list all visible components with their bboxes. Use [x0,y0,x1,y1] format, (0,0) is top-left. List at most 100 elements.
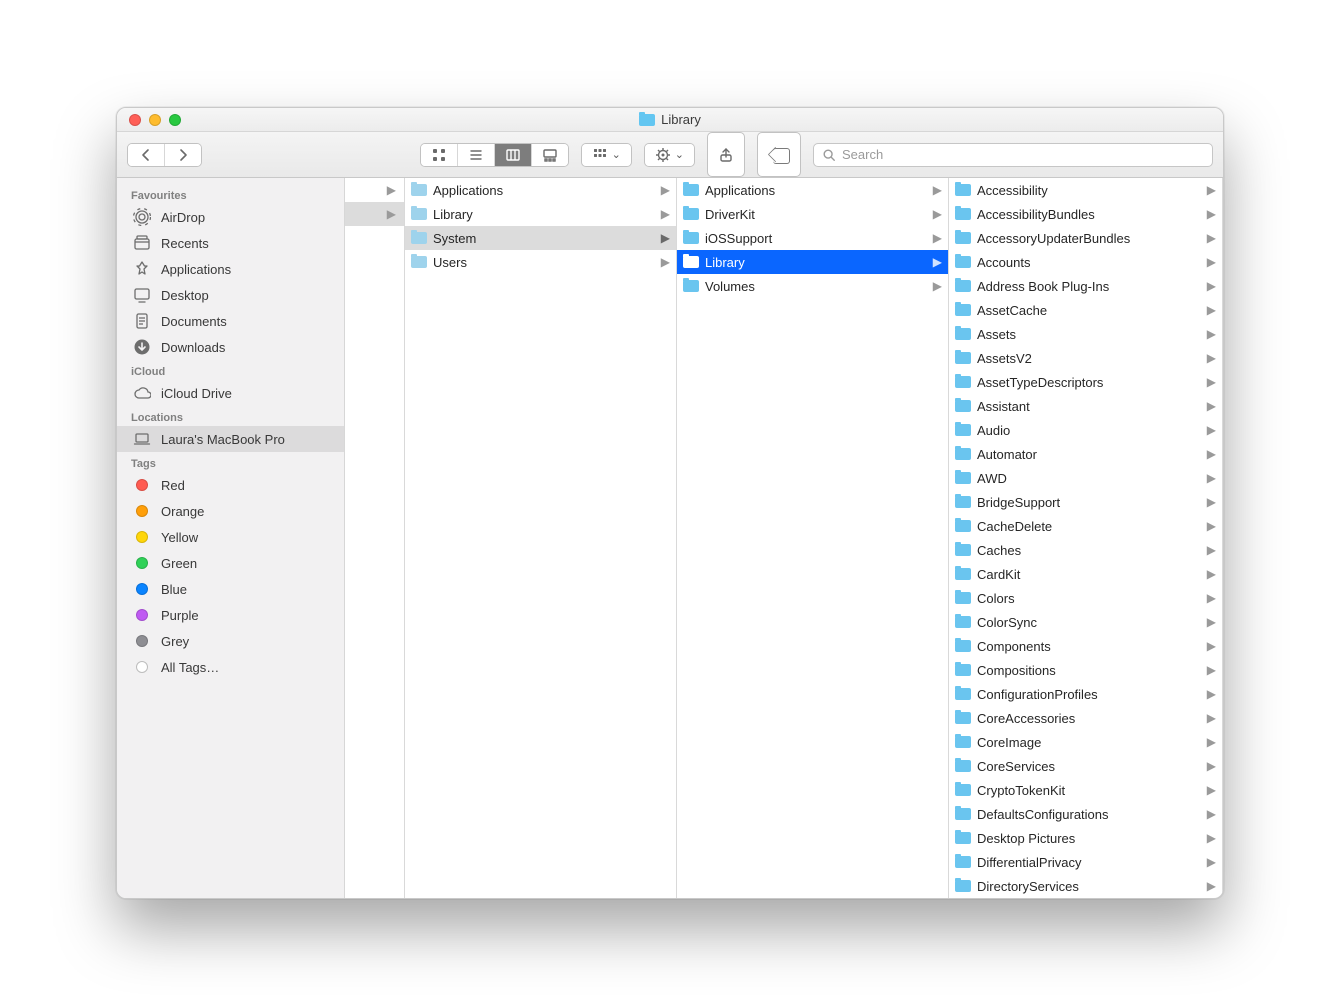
folder-row[interactable]: ConfigurationProfiles▶ [949,682,1222,706]
sidebar-item-label: Green [161,556,197,571]
search-input[interactable] [842,147,1204,162]
sidebar-item[interactable]: AirDrop [117,204,344,230]
folder-row[interactable]: DefaultsConfigurations▶ [949,802,1222,826]
folder-row[interactable]: Components▶ [949,634,1222,658]
folder-row[interactable]: AccessoryUpdaterBundles▶ [949,226,1222,250]
folder-row[interactable]: DriverKit▶ [677,202,948,226]
column[interactable]: ▶▶ [345,178,405,898]
chevron-right-icon: ▶ [1207,351,1218,365]
back-button[interactable] [128,144,164,166]
close-icon[interactable] [129,114,141,126]
folder-row[interactable]: Compositions▶ [949,658,1222,682]
sidebar-item[interactable]: Documents [117,308,344,334]
folder-row[interactable]: DirectoryServices▶ [949,874,1222,898]
folder-row[interactable]: Address Book Plug-Ins▶ [949,274,1222,298]
chevron-right-icon: ▶ [1207,255,1218,269]
folder-row[interactable]: Library▶ [677,250,948,274]
folder-icon [683,208,699,220]
minimize-icon[interactable] [149,114,161,126]
folder-row[interactable]: Library▶ [405,202,676,226]
sidebar-section-header: Locations [117,406,344,426]
folder-row[interactable]: Desktop Pictures▶ [949,826,1222,850]
share-button[interactable] [707,132,745,177]
folder-row[interactable]: Assistant▶ [949,394,1222,418]
sidebar-item[interactable]: Red [117,472,344,498]
folder-row[interactable]: AssetTypeDescriptors ▶ [949,370,1222,394]
folder-row[interactable]: Accessibility▶ [949,178,1222,202]
folder-row[interactable]: Caches▶ [949,538,1222,562]
folder-row[interactable]: CoreAccessories▶ [949,706,1222,730]
folder-name: AssetsV2 [977,351,1201,366]
zoom-icon[interactable] [169,114,181,126]
sidebar-item[interactable]: Grey [117,628,344,654]
folder-name: CoreImage [977,735,1201,750]
column[interactable]: Applications▶DriverKit▶iOSSupport▶Librar… [677,178,949,898]
edit-tags-button[interactable] [757,132,801,177]
sidebar-item[interactable]: Purple [117,602,344,628]
folder-row[interactable]: Applications▶ [677,178,948,202]
sidebar-item[interactable]: All Tags… [117,654,344,680]
folder-row[interactable]: Volumes▶ [677,274,948,298]
folder-row[interactable]: ColorSync▶ [949,610,1222,634]
sidebar-item-label: Yellow [161,530,198,545]
folder-name: ColorSync [977,615,1201,630]
folder-row[interactable]: DifferentialPrivacy▶ [949,850,1222,874]
folder-row[interactable]: CoreServices▶ [949,754,1222,778]
folder-icon [639,114,655,126]
sidebar-item-label: Red [161,478,185,493]
sidebar-item[interactable]: Green [117,550,344,576]
folder-row[interactable]: Automator▶ [949,442,1222,466]
tag-dot-icon [133,476,151,494]
folder-row[interactable]: AWD▶ [949,466,1222,490]
folder-row[interactable]: CoreImage▶ [949,730,1222,754]
sidebar-item[interactable]: Applications [117,256,344,282]
folder-row[interactable]: iOSSupport▶ [677,226,948,250]
sidebar-item[interactable]: Downloads [117,334,344,360]
folder-icon [955,688,971,700]
folder-name: AssetTypeDescriptors [977,375,1201,390]
sidebar-item[interactable]: Recents [117,230,344,256]
sidebar-item[interactable]: Desktop [117,282,344,308]
folder-row[interactable]: Applications▶ [405,178,676,202]
sidebar-item[interactable]: Yellow [117,524,344,550]
folder-name: Library [433,207,655,222]
column[interactable]: Accessibility▶AccessibilityBundles▶Acces… [949,178,1223,898]
folder-row[interactable]: AccessibilityBundles▶ [949,202,1222,226]
group-button[interactable]: ⌄ [581,143,632,167]
folder-row[interactable]: AssetsV2 ▶ [949,346,1222,370]
folder-name: Components [977,639,1201,654]
folder-row[interactable]: Audio▶ [949,418,1222,442]
folder-row[interactable]: Assets▶ [949,322,1222,346]
column[interactable]: Applications▶Library▶System▶Users▶ [405,178,677,898]
chevron-right-icon: ▶ [1207,303,1218,317]
view-list-button[interactable] [457,144,494,166]
folder-row[interactable]: Accounts▶ [949,250,1222,274]
search-field[interactable] [813,143,1213,167]
sidebar[interactable]: FavouritesAirDropRecentsApplicationsDesk… [117,178,345,898]
folder-icon [955,304,971,316]
folder-row[interactable]: System▶ [405,226,676,250]
folder-row[interactable]: BridgeSupport▶ [949,490,1222,514]
view-icon-button[interactable] [421,144,457,166]
action-button[interactable]: ⌄ [644,143,695,167]
sidebar-item[interactable]: iCloud Drive [117,380,344,406]
folder-row[interactable]: Colors▶ [949,586,1222,610]
folder-row[interactable]: CryptoTokenKit▶ [949,778,1222,802]
view-columns-button[interactable] [494,144,531,166]
disclosure-row[interactable]: ▶ [345,202,404,226]
disclosure-row[interactable]: ▶ [345,178,404,202]
folder-icon [955,232,971,244]
sidebar-item[interactable]: Laura's MacBook Pro [117,426,344,452]
chevron-down-icon: ⌄ [612,148,621,161]
sidebar-item[interactable]: Orange [117,498,344,524]
folder-row[interactable]: CacheDelete▶ [949,514,1222,538]
folder-row[interactable]: AssetCache▶ [949,298,1222,322]
folder-row[interactable]: CardKit▶ [949,562,1222,586]
view-gallery-button[interactable] [531,144,568,166]
folder-row[interactable]: Users▶ [405,250,676,274]
folder-icon [955,256,971,268]
forward-button[interactable] [164,144,201,166]
sidebar-item[interactable]: Blue [117,576,344,602]
folder-icon [955,208,971,220]
chevron-right-icon: ▶ [1207,375,1218,389]
